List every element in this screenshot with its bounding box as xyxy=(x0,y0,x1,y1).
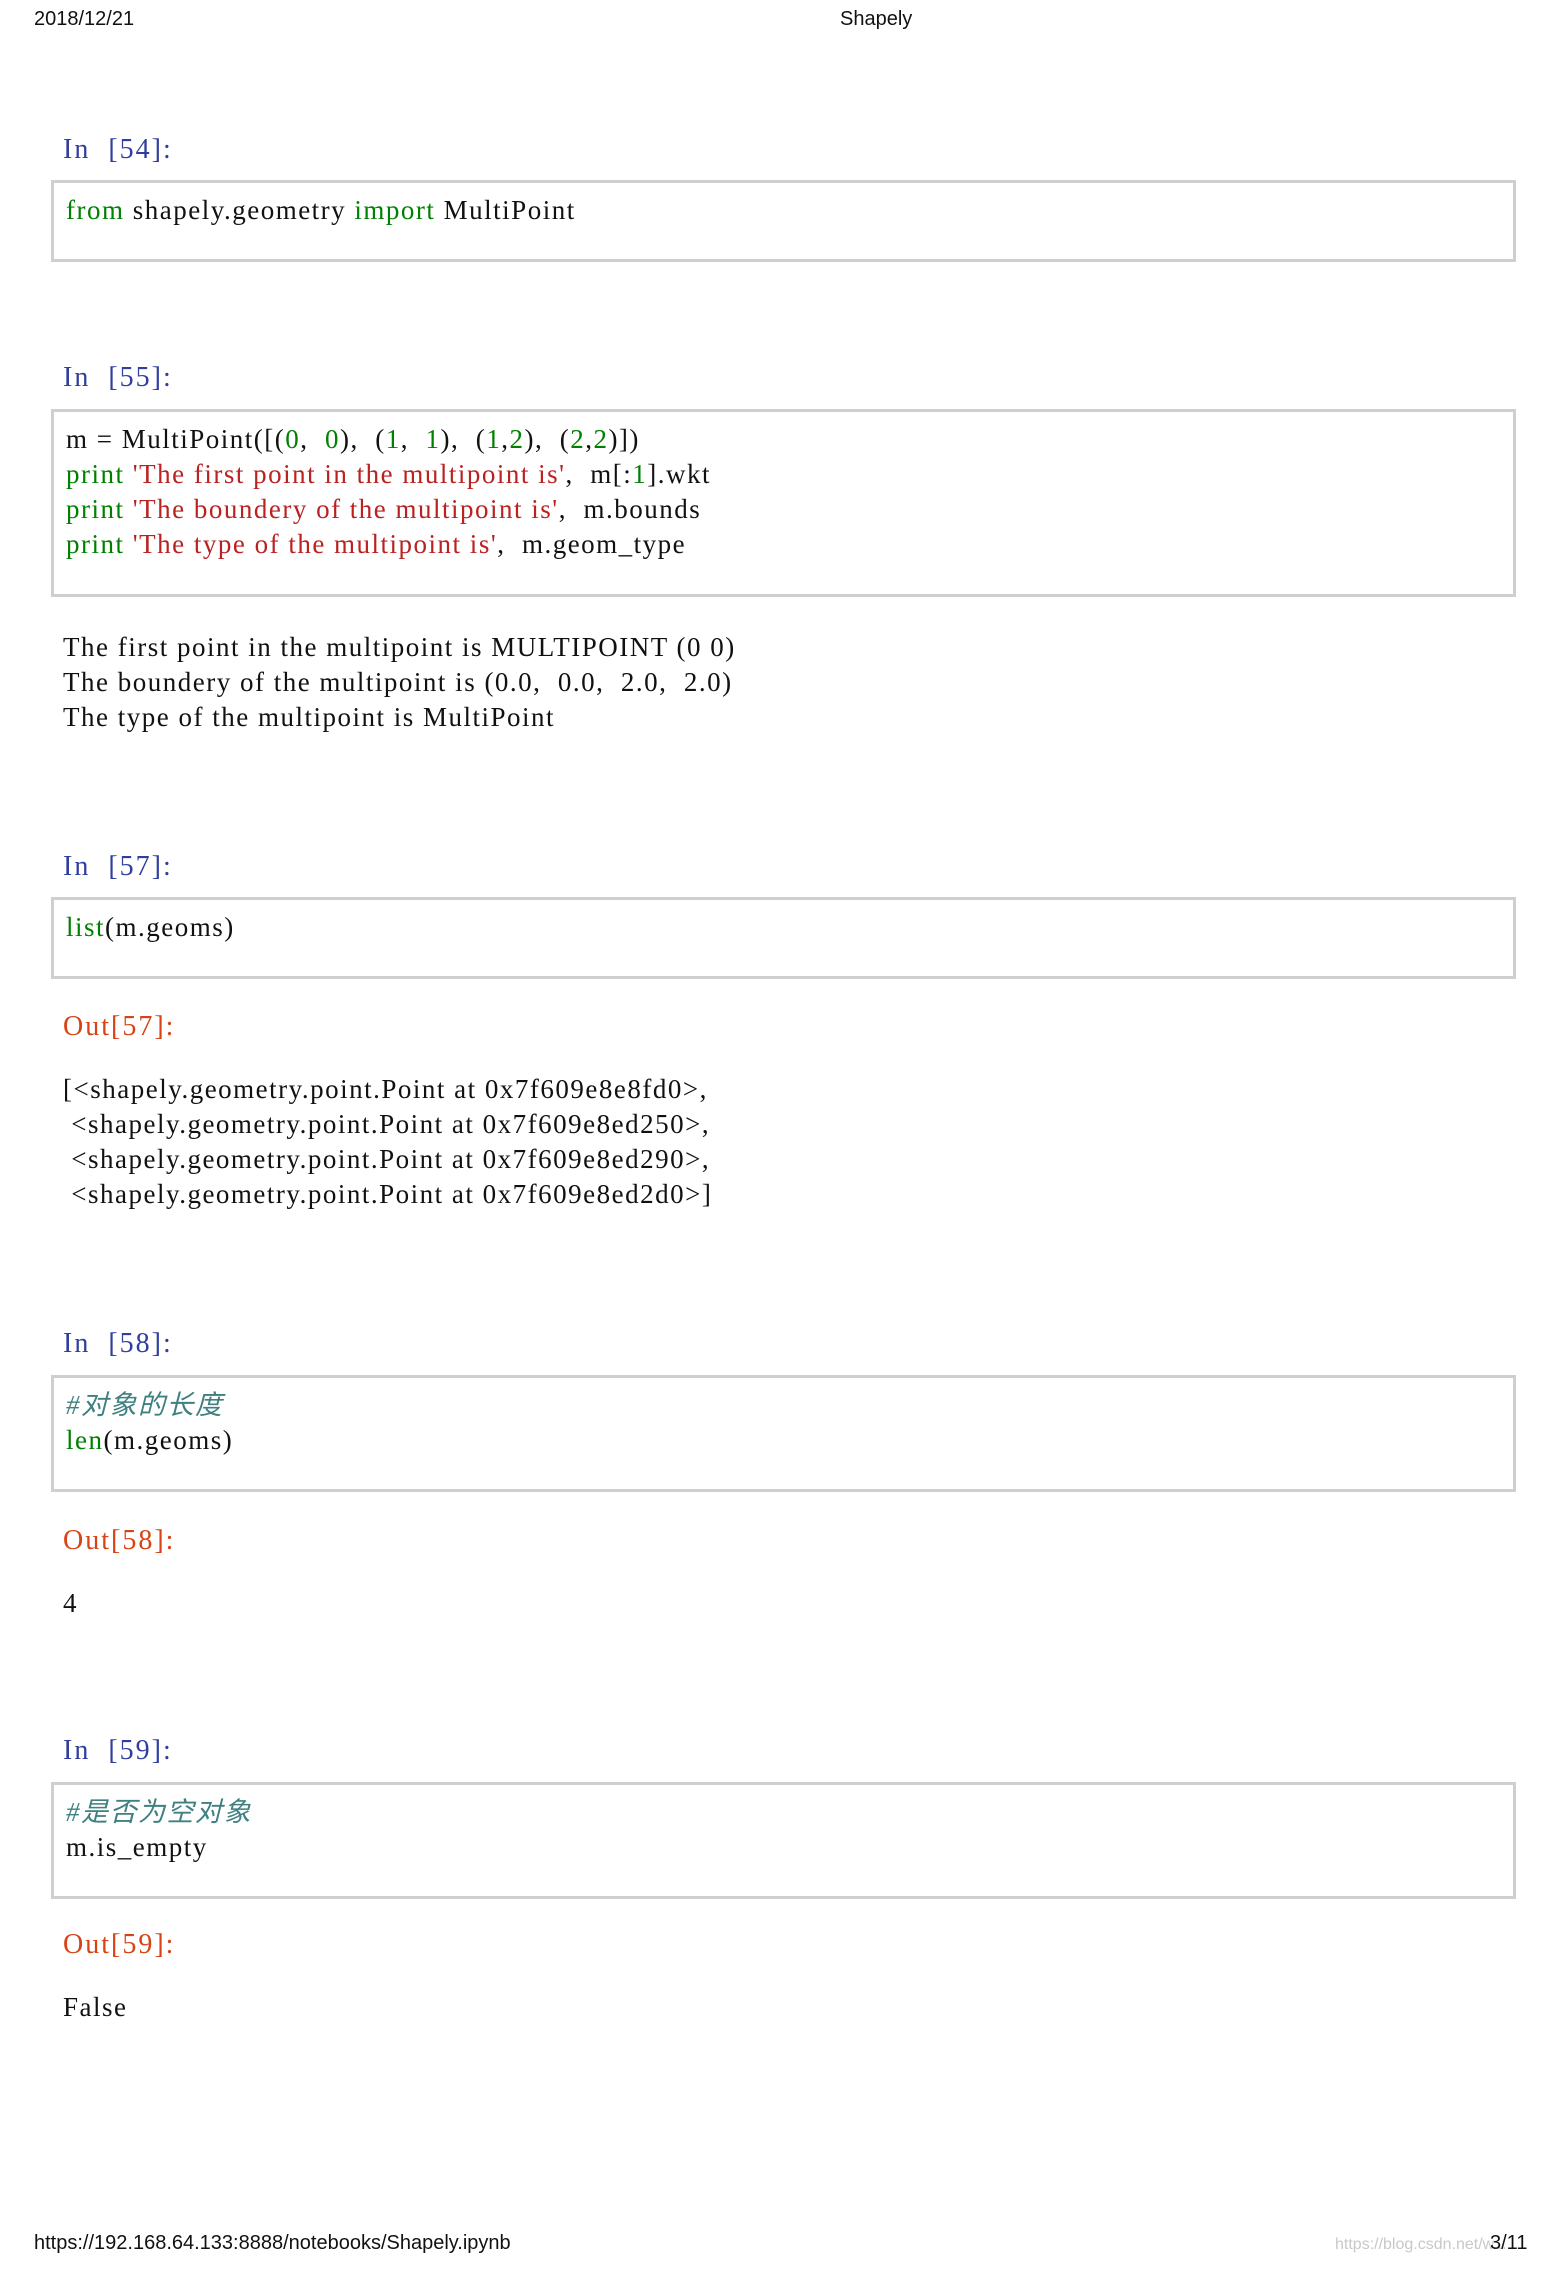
cell-55-output: The first point in the multipoint is MUL… xyxy=(63,630,736,735)
number: 0 xyxy=(285,424,301,454)
comment: #是否为空对象 xyxy=(66,1797,252,1827)
string: 'The type of the multipoint is' xyxy=(124,529,498,559)
string: 'The first point in the multipoint is' xyxy=(124,459,566,489)
header-date: 2018/12/21 xyxy=(34,8,135,30)
code-text: , xyxy=(300,424,325,454)
code-text: )]) xyxy=(608,424,640,454)
cell-59-prompt: In [59]: xyxy=(63,1735,173,1766)
cell-58-output: 4 xyxy=(63,1588,78,1618)
code-text: , m.bounds xyxy=(558,494,702,524)
cell-58-prompt: In [58]: xyxy=(63,1328,173,1359)
cell-59-input[interactable]: #是否为空对象 m.is_empty xyxy=(51,1782,1516,1899)
footer-watermark: https://blog.csdn.net/w... xyxy=(1335,2236,1507,2253)
number: 2 xyxy=(593,424,609,454)
cell-59-out-prompt: Out[59]: xyxy=(63,1929,176,1960)
code-text: (m.geoms) xyxy=(103,1425,234,1455)
code-text: m = MultiPoint([( xyxy=(66,424,286,454)
footer-page-number: 3/11 xyxy=(1490,2232,1528,2254)
output-line: <shapely.geometry.point.Point at 0x7f609… xyxy=(63,1109,711,1139)
output-line: <shapely.geometry.point.Point at 0x7f609… xyxy=(63,1179,713,1209)
code-text: ), ( xyxy=(339,424,386,454)
code-block: #对象的长度 len(m.geoms) xyxy=(54,1378,1513,1458)
cell-57-out-prompt: Out[57]: xyxy=(63,1011,176,1042)
cell-55-input[interactable]: m = MultiPoint([(0, 0), (1, 1), (1,2), (… xyxy=(51,409,1516,597)
number: 2 xyxy=(509,424,525,454)
code-block: #是否为空对象 m.is_empty xyxy=(54,1785,1513,1865)
builtin-function: len xyxy=(66,1425,104,1455)
code-text: ), ( xyxy=(440,424,487,454)
code-text: ].wkt xyxy=(647,459,711,489)
code-text: , xyxy=(400,424,426,454)
code-block: from shapely.geometry import MultiPoint xyxy=(54,183,1513,228)
number: 2 xyxy=(570,424,586,454)
code-text: , m.geom_type xyxy=(497,529,687,559)
comment: #对象的长度 xyxy=(66,1390,224,1420)
number: 1 xyxy=(486,424,502,454)
output-line: The boundery of the multipoint is (0.0, … xyxy=(63,667,733,697)
cell-59-output: False xyxy=(63,1992,128,2022)
keyword: from xyxy=(66,195,125,225)
cell-57-prompt: In [57]: xyxy=(63,851,173,882)
builtin-function: list xyxy=(66,912,106,942)
cell-58-input[interactable]: #对象的长度 len(m.geoms) xyxy=(51,1375,1516,1492)
keyword: print xyxy=(66,529,125,559)
code-block: list(m.geoms) xyxy=(54,900,1513,945)
code-text: MultiPoint xyxy=(435,195,576,225)
cell-54-input[interactable]: from shapely.geometry import MultiPoint xyxy=(51,180,1516,262)
cell-58-out-prompt: Out[58]: xyxy=(63,1525,176,1556)
string: 'The boundery of the multipoint is' xyxy=(124,494,559,524)
cell-55-prompt: In [55]: xyxy=(63,362,173,393)
number: 1 xyxy=(632,459,648,489)
number: 0 xyxy=(324,424,340,454)
keyword: import xyxy=(354,195,436,225)
output-line: The first point in the multipoint is MUL… xyxy=(63,632,736,662)
code-block: m = MultiPoint([(0, 0), (1, 1), (1,2), (… xyxy=(54,412,1513,562)
footer-url[interactable]: https://192.168.64.133:8888/notebooks/Sh… xyxy=(34,2232,511,2255)
code-text: (m.geoms) xyxy=(105,912,235,942)
code-text: m.is_empty xyxy=(66,1832,208,1862)
header-title: Shapely xyxy=(840,8,913,30)
cell-57-output: [<shapely.geometry.point.Point at 0x7f60… xyxy=(63,1072,712,1212)
keyword: print xyxy=(66,459,125,489)
code-text: ), ( xyxy=(524,424,571,454)
code-text: , m[: xyxy=(565,459,633,489)
output-line: [<shapely.geometry.point.Point at 0x7f60… xyxy=(63,1074,708,1104)
number: 1 xyxy=(385,424,401,454)
code-text: shapely.geometry xyxy=(124,195,355,225)
cell-57-input[interactable]: list(m.geoms) xyxy=(51,897,1516,979)
keyword: print xyxy=(66,494,125,524)
output-line: <shapely.geometry.point.Point at 0x7f609… xyxy=(63,1144,711,1174)
cell-54-prompt: In [54]: xyxy=(63,134,173,165)
number: 1 xyxy=(425,424,441,454)
output-line: The type of the multipoint is MultiPoint xyxy=(63,702,555,732)
